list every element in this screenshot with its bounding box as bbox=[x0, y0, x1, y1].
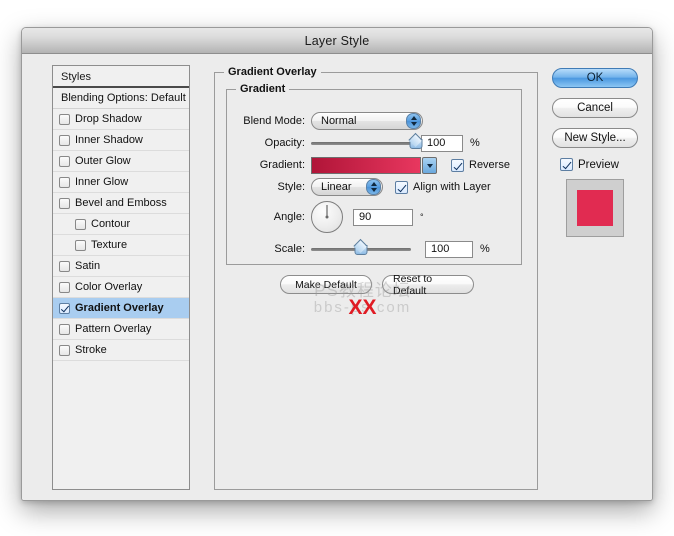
blend-mode-select[interactable]: Normal bbox=[311, 112, 423, 130]
style-checkbox[interactable] bbox=[59, 302, 70, 314]
style-value: Linear bbox=[321, 181, 352, 193]
style-row-label: Gradient Overlay bbox=[75, 302, 164, 314]
scale-unit: % bbox=[480, 243, 490, 255]
style-row-label: Inner Shadow bbox=[75, 134, 143, 146]
scale-slider[interactable] bbox=[311, 241, 411, 257]
opacity-slider-track bbox=[311, 141, 416, 145]
style-row-label: Inner Glow bbox=[75, 176, 129, 188]
angle-dial-center bbox=[325, 215, 329, 219]
style-row-pattern-overlay[interactable]: Pattern Overlay bbox=[53, 319, 189, 340]
style-row-contour[interactable]: Contour bbox=[53, 214, 189, 235]
gradient-row: Gradient: Reverse bbox=[233, 156, 510, 174]
chevron-down-icon[interactable] bbox=[422, 156, 437, 174]
angle-input[interactable]: 90 bbox=[353, 208, 413, 226]
scale-input[interactable]: 100 bbox=[425, 240, 473, 258]
style-checkbox[interactable] bbox=[59, 260, 70, 272]
style-checkbox[interactable] bbox=[59, 113, 70, 125]
preview-thumbnail bbox=[566, 179, 624, 237]
style-checkbox[interactable] bbox=[59, 344, 70, 356]
style-row-label: Texture bbox=[91, 239, 128, 251]
angle-dial[interactable] bbox=[311, 201, 343, 233]
reverse-checkbox-group[interactable]: Reverse bbox=[451, 158, 510, 172]
reverse-label: Reverse bbox=[469, 159, 510, 171]
style-row-satin[interactable]: Satin bbox=[53, 256, 189, 277]
style-row-color-overlay[interactable]: Color Overlay bbox=[53, 277, 189, 298]
dialog-body: Styles Blending Options: Default Drop Sh… bbox=[22, 54, 652, 500]
styles-rows-container: Drop Shadow Inner Shadow Outer Glow Inner G… bbox=[53, 109, 189, 361]
style-checkbox[interactable] bbox=[59, 134, 70, 146]
reset-to-default-button[interactable]: Reset to Default bbox=[382, 273, 474, 297]
scale-slider-thumb[interactable] bbox=[354, 242, 368, 255]
gradient-preview-swatch[interactable] bbox=[311, 156, 421, 174]
opacity-input[interactable]: 100 bbox=[421, 134, 463, 152]
style-checkbox[interactable] bbox=[59, 176, 70, 188]
new-style-button[interactable]: New Style... bbox=[552, 128, 638, 148]
default-buttons-row: Make Default Reset to Default bbox=[280, 273, 474, 297]
layer-style-dialog: Layer Style Styles Blending Options: Def… bbox=[21, 27, 653, 501]
style-row-label: Bevel and Emboss bbox=[75, 197, 167, 209]
opacity-row: Opacity: 100 % bbox=[233, 134, 480, 152]
chevron-updown-icon[interactable] bbox=[406, 113, 421, 129]
preview-toggle-group[interactable]: Preview bbox=[552, 158, 638, 171]
style-row-inner-shadow[interactable]: Inner Shadow bbox=[53, 130, 189, 151]
style-row-label: Contour bbox=[91, 218, 131, 230]
angle-row: Angle: 90 ° bbox=[233, 200, 424, 234]
angle-label: Angle: bbox=[273, 211, 305, 223]
opacity-slider-thumb[interactable] bbox=[409, 136, 423, 149]
reverse-checkbox[interactable] bbox=[451, 158, 464, 172]
gradient-subgroup: Gradient Blend Mode: Normal Opacity: 100… bbox=[226, 83, 522, 265]
style-row: Style: Linear Align with Layer bbox=[233, 178, 491, 196]
opacity-unit: % bbox=[470, 137, 480, 149]
style-row-label: Stroke bbox=[75, 344, 107, 356]
style-checkbox[interactable] bbox=[75, 239, 86, 251]
opacity-label: Opacity: bbox=[264, 137, 305, 149]
chevron-updown-icon[interactable] bbox=[366, 179, 381, 195]
style-row-label: Outer Glow bbox=[75, 155, 131, 167]
gradient-subgroup-title: Gradient bbox=[236, 83, 290, 95]
style-label: Style: bbox=[277, 181, 305, 193]
style-row-stroke[interactable]: Stroke bbox=[53, 340, 189, 361]
dialog-title: Layer Style bbox=[304, 33, 370, 48]
opacity-slider[interactable] bbox=[311, 135, 423, 151]
blend-mode-label: Blend Mode: bbox=[243, 115, 305, 127]
style-row-drop-shadow[interactable]: Drop Shadow bbox=[53, 109, 189, 130]
blend-mode-value: Normal bbox=[321, 115, 357, 127]
style-row-bevel-and-emboss[interactable]: Bevel and Emboss bbox=[53, 193, 189, 214]
align-with-layer-group[interactable]: Align with Layer bbox=[395, 180, 491, 194]
preview-color-swatch bbox=[577, 190, 613, 226]
gradient-overlay-group-title: Gradient Overlay bbox=[224, 66, 321, 78]
styles-list-header: Styles bbox=[53, 66, 189, 88]
align-with-layer-label: Align with Layer bbox=[413, 181, 491, 193]
scale-label: Scale: bbox=[274, 243, 305, 255]
style-row-label: Drop Shadow bbox=[75, 113, 142, 125]
gradient-label: Gradient: bbox=[259, 159, 305, 171]
preview-checkbox[interactable] bbox=[560, 158, 573, 171]
style-row-label: Color Overlay bbox=[75, 281, 143, 293]
style-row-label: Pattern Overlay bbox=[75, 323, 152, 335]
blend-mode-row: Blend Mode: Normal bbox=[233, 112, 423, 130]
style-row-texture[interactable]: Texture bbox=[53, 235, 189, 256]
styles-list-panel: Styles Blending Options: Default Drop Sh… bbox=[52, 65, 190, 490]
style-row-gradient-overlay[interactable]: Gradient Overlay bbox=[53, 298, 189, 319]
preview-label: Preview bbox=[578, 158, 619, 171]
style-row-outer-glow[interactable]: Outer Glow bbox=[53, 151, 189, 172]
style-checkbox[interactable] bbox=[59, 155, 70, 167]
style-checkbox[interactable] bbox=[59, 197, 70, 209]
angle-unit: ° bbox=[420, 212, 424, 222]
make-default-button[interactable]: Make Default bbox=[280, 275, 372, 294]
scale-row: Scale: 100 % bbox=[233, 240, 490, 258]
cancel-button[interactable]: Cancel bbox=[552, 98, 638, 118]
dialog-actions: OK Cancel New Style... Preview bbox=[552, 68, 638, 237]
style-checkbox[interactable] bbox=[75, 218, 86, 230]
blending-options-row[interactable]: Blending Options: Default bbox=[53, 88, 189, 109]
gradient-overlay-group: Gradient Overlay Gradient Blend Mode: No… bbox=[214, 66, 538, 490]
align-with-layer-checkbox[interactable] bbox=[395, 180, 408, 194]
style-row-label: Satin bbox=[75, 260, 101, 272]
ok-button[interactable]: OK bbox=[552, 68, 638, 88]
style-select[interactable]: Linear bbox=[311, 178, 383, 196]
style-checkbox[interactable] bbox=[59, 281, 70, 293]
style-row-inner-glow[interactable]: Inner Glow bbox=[53, 172, 189, 193]
dialog-titlebar: Layer Style bbox=[22, 28, 652, 54]
style-checkbox[interactable] bbox=[59, 323, 70, 335]
